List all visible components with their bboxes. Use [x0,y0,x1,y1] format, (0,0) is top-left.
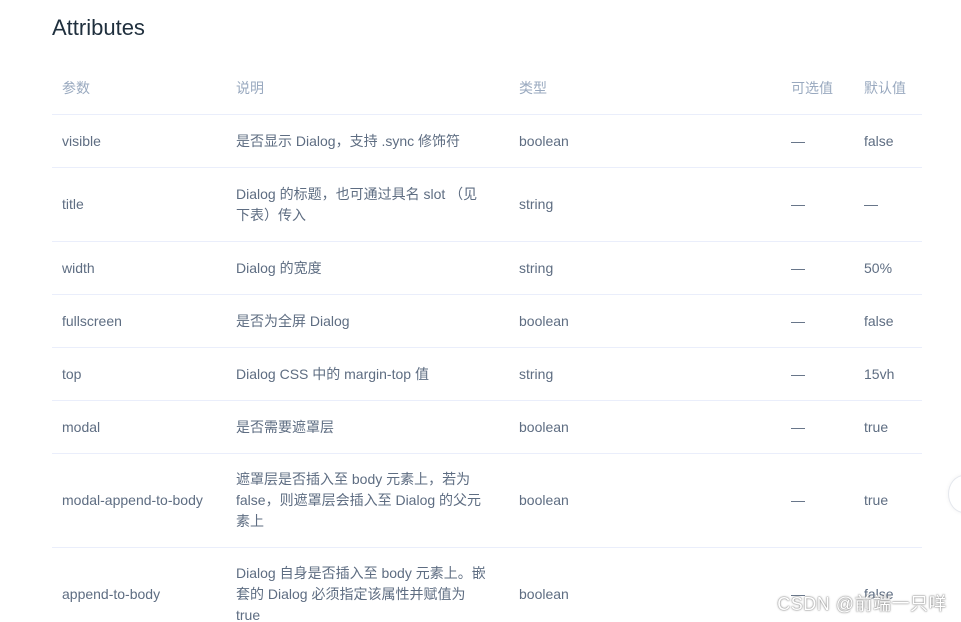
cell-default: 50% [854,241,922,295]
cell-type: boolean [509,547,781,622]
description-text: 是否需要遮罩层 [236,418,334,435]
cell-options: — [781,400,854,454]
header-type: 类型 [509,62,781,115]
cell-type: string [509,241,781,295]
cell-description: Dialog 自身是否插入至 body 元素上。嵌套的 Dialog 必须指定该… [226,547,509,622]
page: Attributes 参数 说明 类型 可选值 默认值 visible 是否显示… [0,0,961,622]
cell-param: visible [52,114,226,168]
cell-param: title [52,167,226,242]
table-row: fullscreen 是否为全屏 Dialog boolean — false [52,294,922,348]
cell-description: 是否显示 Dialog，支持 .sync 修饰符 [226,114,509,168]
cell-default: false [854,294,922,348]
description-text: 是否显示 Dialog，支持 .sync 修饰符 [236,132,461,149]
table-row: modal 是否需要遮罩层 boolean — true [52,400,922,454]
table-row: top Dialog CSS 中的 margin-top 值 string — … [52,347,922,401]
table-row: visible 是否显示 Dialog，支持 .sync 修饰符 boolean… [52,114,922,168]
section-heading: Attributes [52,15,145,40]
cell-options: — [781,241,854,295]
cell-description: 遮罩层是否插入至 body 元素上，若为 false，则遮罩层会插入至 Dial… [226,453,509,548]
cell-type: string [509,167,781,242]
cell-options: — [781,167,854,242]
attributes-table: 参数 说明 类型 可选值 默认值 visible 是否显示 Dialog，支持 … [52,62,922,622]
cell-param: top [52,347,226,401]
header-description: 说明 [226,62,509,115]
cell-description: 是否需要遮罩层 [226,400,509,454]
cell-param: modal-append-to-body [52,453,226,548]
header-default: 默认值 [854,62,922,115]
cell-description: Dialog CSS 中的 margin-top 值 [226,347,509,401]
cell-type: boolean [509,400,781,454]
cell-default: false [854,114,922,168]
cell-param: append-to-body [52,547,226,622]
cell-options: — [781,347,854,401]
description-text: 遮罩层是否插入至 body 元素上，若为 false，则遮罩层会插入至 Dial… [236,471,482,529]
cell-description: Dialog 的标题，也可通过具名 slot （见下表）传入 [226,167,509,242]
description-text: Dialog 的宽度 [236,259,322,276]
cell-type: boolean [509,453,781,548]
cell-default: true [854,400,922,454]
table-row: width Dialog 的宽度 string — 50% [52,241,922,295]
cell-param: modal [52,400,226,454]
cell-type: boolean [509,114,781,168]
cell-options: — [781,453,854,548]
cell-param: width [52,241,226,295]
cell-options: — [781,294,854,348]
table-row: title Dialog 的标题，也可通过具名 slot （见下表）传入 str… [52,167,922,242]
scroll-to-top-button[interactable] [948,475,961,513]
header-options: 可选值 [781,62,854,115]
description-text: Dialog 自身是否插入至 body 元素上。嵌套的 Dialog 必须指定该… [236,565,486,622]
table-row: modal-append-to-body 遮罩层是否插入至 body 元素上，若… [52,453,922,548]
cell-description: Dialog 的宽度 [226,241,509,295]
cell-description: 是否为全屏 Dialog [226,294,509,348]
cell-type: string [509,347,781,401]
cell-options: — [781,114,854,168]
table-header-row: 参数 说明 类型 可选值 默认值 [52,62,922,115]
cell-type: boolean [509,294,781,348]
watermark: CSDN @前端一只咩 [777,594,947,614]
description-text: Dialog 的标题，也可通过具名 slot （见下表）传入 [236,185,478,223]
cell-default: true [854,453,922,548]
description-text: 是否为全屏 Dialog [236,312,350,329]
cell-default: 15vh [854,347,922,401]
cell-param: fullscreen [52,294,226,348]
header-param: 参数 [52,62,226,115]
cell-default: — [854,167,922,242]
description-text: Dialog CSS 中的 margin-top 值 [236,365,429,382]
